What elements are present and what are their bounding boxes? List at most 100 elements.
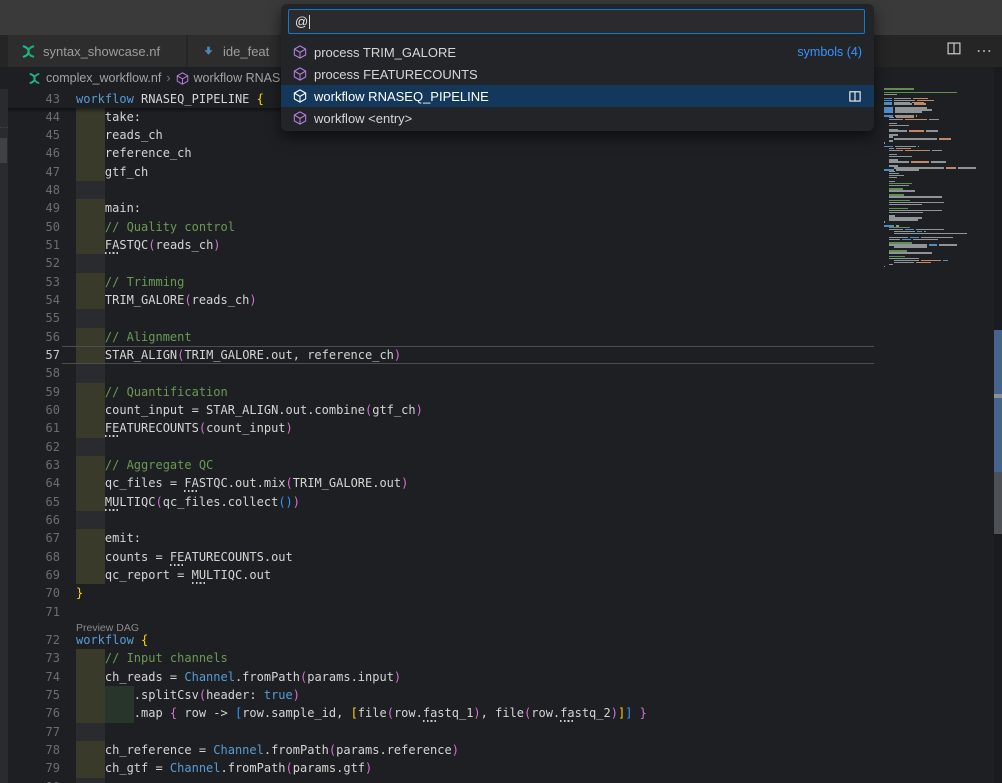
code-line[interactable]: MULTIQC(qc_files.collect()) bbox=[76, 493, 300, 511]
code-token: // Quantification bbox=[76, 385, 228, 399]
minimap-line bbox=[931, 161, 946, 163]
line-number[interactable]: 75 bbox=[8, 686, 60, 704]
line-number[interactable]: 77 bbox=[8, 723, 60, 741]
line-number[interactable]: 78 bbox=[8, 741, 60, 759]
code-line[interactable]: .splitCsv(header: true) bbox=[76, 686, 300, 704]
line-number[interactable]: 68 bbox=[8, 548, 60, 566]
code-line[interactable]: // Quantification bbox=[76, 383, 228, 401]
line-number[interactable]: 76 bbox=[8, 704, 60, 722]
code-line[interactable]: counts = FEATURECOUNTS.out bbox=[76, 548, 293, 566]
line-number[interactable]: 74 bbox=[8, 668, 60, 686]
line-number[interactable]: 50 bbox=[8, 218, 60, 236]
minimap[interactable] bbox=[874, 88, 994, 783]
scrollbar-segment[interactable] bbox=[994, 472, 1002, 534]
line-number[interactable]: 56 bbox=[8, 328, 60, 346]
line-number[interactable]: 52 bbox=[8, 254, 60, 272]
quick-pick-item[interactable]: workflow <entry> bbox=[281, 107, 874, 129]
indent-guide-bar bbox=[76, 309, 105, 327]
line-number[interactable]: 66 bbox=[8, 511, 60, 529]
code-line[interactable]: .map { row -> [row.sample_id, [file(row.… bbox=[76, 704, 647, 722]
code-line[interactable]: } bbox=[76, 584, 83, 602]
minimap-line bbox=[894, 138, 937, 140]
line-number[interactable]: 57 bbox=[8, 346, 60, 364]
line-number[interactable]: 62 bbox=[8, 438, 60, 456]
line-number[interactable]: 80 bbox=[8, 778, 60, 783]
code-line[interactable]: gtf_ch bbox=[76, 163, 148, 181]
code-line[interactable]: // Input channels bbox=[76, 649, 228, 667]
line-number[interactable]: 55 bbox=[8, 309, 60, 327]
minimap-line bbox=[884, 266, 885, 268]
symbols-count-link[interactable]: symbols (4) bbox=[797, 45, 862, 59]
scrollbar-segment[interactable] bbox=[994, 0, 1002, 35]
tab-syntax-showcase[interactable]: syntax_showcase.nf bbox=[8, 35, 186, 67]
quick-pick-input[interactable]: @ bbox=[288, 9, 865, 34]
more-actions-icon[interactable]: ⋯ bbox=[976, 41, 992, 61]
code-line[interactable]: qc_report = MULTIQC.out bbox=[76, 566, 271, 584]
scrollbar-segment[interactable] bbox=[994, 398, 1002, 472]
open-to-side-icon[interactable] bbox=[848, 90, 862, 103]
code-line[interactable]: workflow { bbox=[76, 631, 148, 649]
split-editor-icon[interactable] bbox=[946, 41, 962, 61]
line-number[interactable]: 43 bbox=[8, 90, 60, 108]
line-number[interactable]: 53 bbox=[8, 273, 60, 291]
code-line[interactable]: workflow RNASEQ_PIPELINE { bbox=[76, 90, 264, 108]
code-line[interactable]: // Quality control bbox=[76, 218, 235, 236]
minimap-line bbox=[911, 161, 929, 163]
code-line[interactable]: emit: bbox=[76, 529, 141, 547]
line-number[interactable]: 73 bbox=[8, 649, 60, 667]
line-number[interactable]: 45 bbox=[8, 126, 60, 144]
code-line[interactable]: // Aggregate QC bbox=[76, 456, 213, 474]
line-number[interactable]: 69 bbox=[8, 566, 60, 584]
line-number[interactable]: 46 bbox=[8, 144, 60, 162]
code-line[interactable]: FASTQC(reads_ch) bbox=[76, 236, 221, 254]
quick-pick-item[interactable]: process TRIM_GALOREsymbols (4) bbox=[281, 41, 874, 63]
line-number[interactable]: 70 bbox=[8, 584, 60, 602]
line-number[interactable]: 65 bbox=[8, 493, 60, 511]
scrollbar-segment[interactable] bbox=[994, 330, 1002, 394]
code-line[interactable]: FEATURECOUNTS(count_input) bbox=[76, 419, 293, 437]
code-line[interactable]: TRIM_GALORE(reads_ch) bbox=[76, 291, 257, 309]
line-number[interactable]: 67 bbox=[8, 529, 60, 547]
right-scrollbar[interactable] bbox=[994, 0, 1002, 783]
code-line[interactable]: // Alignment bbox=[76, 328, 192, 346]
line-number[interactable]: 63 bbox=[8, 456, 60, 474]
scrollbar-segment[interactable] bbox=[994, 35, 1002, 67]
codelens-preview-dag[interactable]: Preview DAG bbox=[76, 622, 139, 634]
code-line[interactable]: qc_files = FASTQC.out.mix(TRIM_GALORE.ou… bbox=[76, 474, 408, 492]
code-editor[interactable]: 43workflow RNASEQ_PIPELINE {44 take:45 r… bbox=[8, 89, 874, 783]
line-number[interactable]: 61 bbox=[8, 419, 60, 437]
code-line[interactable]: ch_reads = Channel.fromPath(params.input… bbox=[76, 668, 401, 686]
line-number[interactable]: 54 bbox=[8, 291, 60, 309]
code-line[interactable]: count_input = STAR_ALIGN.out.combine(gtf… bbox=[76, 401, 423, 419]
line-number[interactable]: 49 bbox=[8, 199, 60, 217]
line-number[interactable]: 60 bbox=[8, 401, 60, 419]
code-line[interactable]: ch_reference = Channel.fromPath(params.r… bbox=[76, 741, 459, 759]
minimap-line bbox=[913, 239, 938, 241]
left-scrollbar-slider[interactable] bbox=[0, 138, 7, 163]
line-number[interactable]: 72 bbox=[8, 631, 60, 649]
code-line[interactable]: main: bbox=[76, 199, 141, 217]
line-number[interactable]: 79 bbox=[8, 759, 60, 777]
code-line[interactable]: reference_ch bbox=[76, 144, 192, 162]
line-number[interactable]: 48 bbox=[8, 181, 60, 199]
line-number[interactable]: 59 bbox=[8, 383, 60, 401]
line-number[interactable]: 51 bbox=[8, 236, 60, 254]
minimap-line bbox=[884, 142, 885, 144]
scrollbar-segment[interactable] bbox=[994, 534, 1002, 783]
line-number[interactable]: 47 bbox=[8, 163, 60, 181]
code-token: row.sample_id, bbox=[242, 706, 350, 720]
minimap-line bbox=[889, 119, 903, 121]
line-number[interactable]: 58 bbox=[8, 364, 60, 382]
code-line[interactable]: // Trimming bbox=[76, 273, 184, 291]
current-line-highlight bbox=[62, 346, 874, 364]
code-line[interactable]: ch_gtf = Channel.fromPath(params.gtf) bbox=[76, 759, 372, 777]
quick-pick-item[interactable]: workflow RNASEQ_PIPELINE bbox=[281, 85, 874, 107]
code-line[interactable]: reads_ch bbox=[76, 126, 163, 144]
quick-pick-item[interactable]: process FEATURECOUNTS bbox=[281, 63, 874, 85]
minimap-line bbox=[939, 244, 957, 246]
code-token: ch_reference = bbox=[76, 743, 213, 757]
line-number[interactable]: 64 bbox=[8, 474, 60, 492]
breadcrumb-file[interactable]: complex_workflow.nf bbox=[46, 71, 161, 85]
line-number[interactable]: 71 bbox=[8, 603, 60, 621]
scrollbar-segment[interactable] bbox=[994, 67, 1002, 330]
